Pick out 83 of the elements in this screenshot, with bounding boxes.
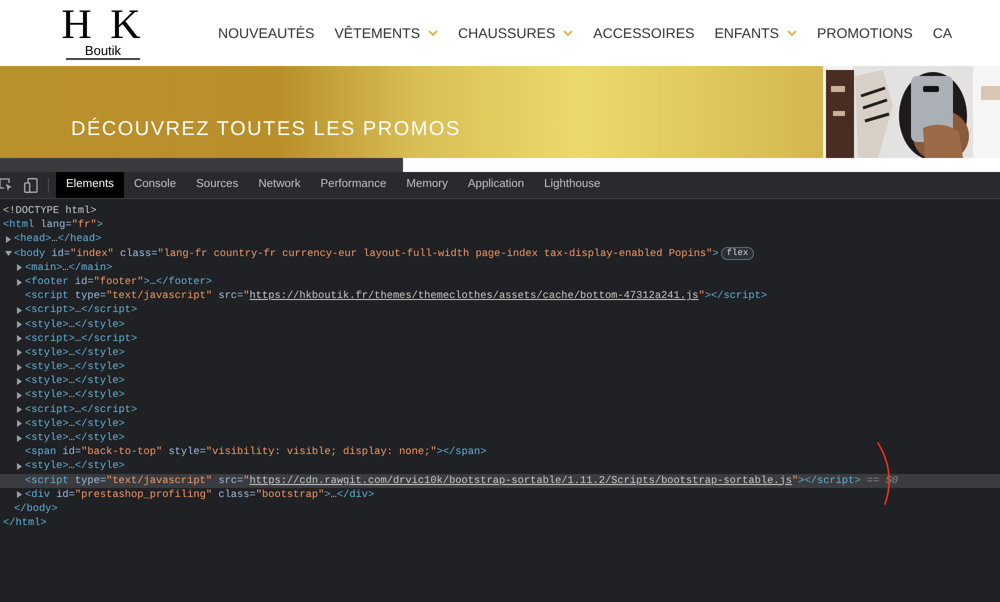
dom-tree-row[interactable]: <style>…</style> (0, 360, 1000, 374)
caret-right-icon[interactable] (16, 462, 23, 470)
devtools-tab[interactable]: Elements (56, 172, 124, 198)
nav-link[interactable]: ACCESSOIRES (593, 22, 694, 44)
node-markup: <script>…</script> (25, 402, 138, 417)
devtools-tab[interactable]: Performance (310, 172, 396, 198)
node-markup: <style>…</style> (25, 360, 125, 374)
node-markup: <body id="index" class="lang-fr country-fr currency-eur layout-full-width page-index tax-display-enabled Popins"> (14, 246, 719, 261)
caret-right-icon[interactable] (16, 392, 23, 400)
node-markup: <script>…</script> (25, 303, 138, 318)
node-markup: <main>…</main> (25, 260, 112, 275)
url-link[interactable]: https://cdn.rawgit.com/drvic10k/bootstrap-sortable/1.11.2/Scripts/bootstrap-sortable.js (250, 474, 792, 487)
nav-link[interactable]: CA (932, 22, 952, 44)
dom-tree-row[interactable]: <script>…</script> (0, 303, 1000, 318)
dom-tree-row[interactable]: <style>…</style> (0, 346, 1000, 360)
node-markup: <span id="back-to-top" style="visibility: visible; display: none;"></span> (25, 445, 486, 460)
node-markup: <style>…</style> (25, 346, 125, 360)
dom-tree-row[interactable]: <!DOCTYPE html> (0, 204, 1000, 218)
node-markup: </html> (3, 516, 47, 530)
dom-tree-row[interactable]: <style>…</style> (0, 416, 1000, 431)
node-markup: <style>…</style> (25, 459, 125, 474)
caret-right-icon[interactable] (16, 406, 23, 414)
banner-title: DÉCOUVREZ TOUTES LES PROMOS (71, 116, 461, 142)
dom-tree-row[interactable]: <main>…</main> (0, 260, 1000, 275)
nav-link[interactable]: ENFANTS (714, 22, 798, 44)
node-markup: <style>…</style> (25, 431, 125, 446)
dom-tree-row[interactable]: <span id="back-to-top" style="visibility: visible; display: none;"></span> (0, 445, 1000, 460)
caret-right-icon[interactable] (16, 420, 23, 428)
dom-tree-row[interactable]: <div id="prestashop_profiling" class="bootstrap">…</div> (0, 488, 1000, 502)
node-markup: </body> (14, 502, 58, 516)
caret-right-icon[interactable] (16, 364, 23, 371)
node-markup: <script type="text/javascript" src="https://hkboutik.fr/themes/themeclothes/assets/cache/bottom-47312a241.js"></script> (25, 289, 768, 304)
nav-link[interactable]: NOUVEAUTÉS (218, 22, 314, 44)
node-markup: <head>…</head> (14, 232, 102, 247)
caret-right-icon[interactable] (16, 434, 23, 442)
devtools-tab[interactable]: Memory (396, 172, 458, 198)
logo-tagline: Boutik (66, 44, 140, 60)
node-markup: <html lang="fr"> (3, 218, 103, 232)
caret-right-icon[interactable] (16, 349, 23, 356)
dom-tree-row[interactable]: <script type="text/javascript" src="https://hkboutik.fr/themes/themeclothes/assets/cache/bottom-47312a241.js"></script> (0, 289, 1000, 304)
dom-tree-row[interactable]: <body id="index" class="lang-fr country-fr currency-eur layout-full-width page-index tax-display-enabled Popins"> flex (0, 246, 1000, 261)
caret-right-icon[interactable] (16, 378, 23, 385)
dom-tree-row[interactable]: <style>…</style> (0, 374, 1000, 388)
node-markup: <style>…</style> (25, 318, 125, 332)
node-markup: <!DOCTYPE html> (3, 204, 97, 218)
dom-tree-row[interactable]: </body> (0, 502, 1000, 516)
node-markup: <footer id="footer">…</footer> (25, 274, 212, 290)
dom-tree-row[interactable]: <style>…</style> (0, 431, 1000, 446)
node-markup: <div id="prestashop_profiling" class="bootstrap">…</div> (25, 488, 374, 502)
devtools-tab[interactable]: Sources (186, 172, 248, 198)
devtools-tab[interactable]: Application (458, 172, 534, 198)
caret-right-icon[interactable] (16, 335, 23, 342)
nav-link[interactable]: CHAUSSURES (458, 22, 574, 44)
dom-tree-row[interactable]: <script>…</script> (0, 332, 1000, 346)
devtools-tab[interactable]: Lighthouse (534, 172, 610, 198)
url-link[interactable]: https://hkboutik.fr/themes/themeclothes/assets/cache/bottom-47312a241.js (250, 290, 698, 302)
caret-right-icon[interactable] (16, 278, 23, 286)
dom-tree-row[interactable]: <style>…</style> (0, 318, 1000, 332)
node-markup: <style>…</style> (25, 416, 125, 432)
caret-right-icon[interactable] (16, 264, 23, 272)
dom-tree-row[interactable]: <footer id="footer">…</footer> (0, 274, 1000, 290)
caret-right-icon[interactable] (5, 236, 12, 243)
dom-tree-row[interactable]: <script>…</script> (0, 402, 1000, 417)
dom-tree-row[interactable]: </html> (0, 516, 1000, 530)
node-markup: <script>…</script> (25, 332, 138, 346)
logo-letters: H K (61, 6, 145, 44)
caret-right-icon[interactable] (16, 306, 23, 314)
dom-tree-row[interactable]: <style>…</style> (0, 459, 1000, 474)
device-icon[interactable] (24, 178, 38, 192)
caret-down-icon[interactable] (5, 250, 12, 258)
layout-badge[interactable]: flex (720, 247, 754, 260)
nav-link[interactable]: VÊTEMENTS (334, 22, 438, 44)
node-markup: <style>…</style> (25, 388, 125, 403)
caret-right-icon[interactable] (16, 491, 23, 498)
inspect-icon[interactable] (0, 178, 13, 192)
caret-right-icon[interactable] (16, 321, 23, 328)
devtools-tab[interactable]: Network (248, 172, 311, 198)
dom-tree-row[interactable]: <head>…</head> (0, 232, 1000, 247)
dom-tree-row[interactable]: <style>…</style> (0, 388, 1000, 403)
devtools-tab[interactable]: Console (124, 172, 186, 198)
nav-link[interactable]: PROMOTIONS (817, 22, 913, 44)
dom-tree-row[interactable]: <html lang="fr"> (0, 218, 1000, 232)
node-markup: <style>…</style> (25, 374, 125, 388)
